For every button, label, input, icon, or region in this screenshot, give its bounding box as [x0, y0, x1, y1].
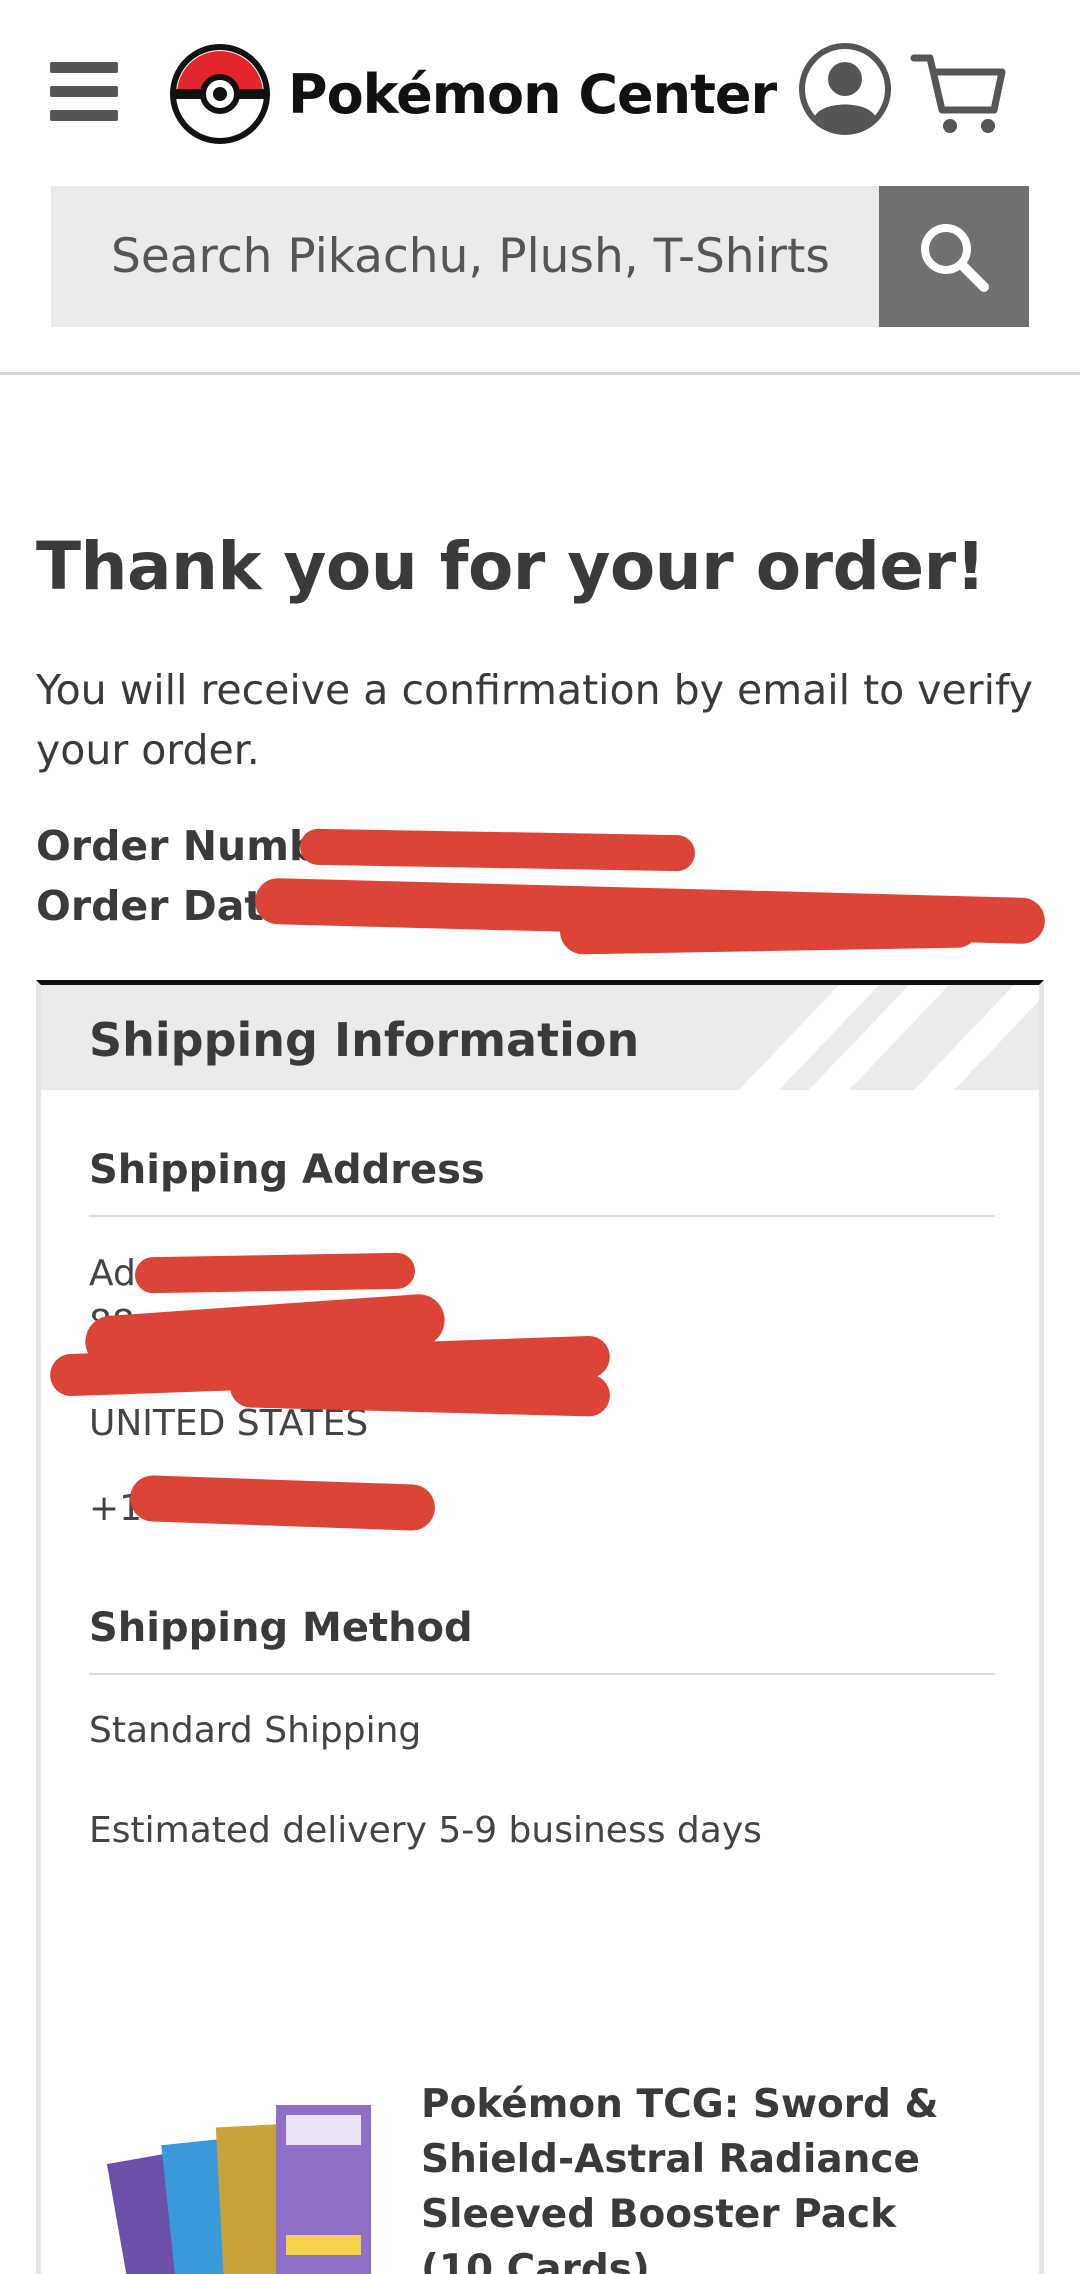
- decorative-stripes: [739, 985, 1039, 1090]
- redaction-mark: [559, 901, 981, 955]
- search-bar: [51, 186, 1029, 327]
- search-icon: [921, 223, 989, 292]
- page-title: Thank you for your order!: [36, 528, 986, 605]
- pokeball-logo-icon: [170, 44, 270, 144]
- address-line-1: Ad: [89, 1253, 136, 1294]
- redaction-mark: [134, 1252, 416, 1294]
- redaction-mark: [299, 828, 696, 872]
- confirmation-message: You will receive a confirmation by email…: [36, 666, 1033, 774]
- card-header: Shipping Information: [41, 985, 1039, 1090]
- shipping-method-heading: Shipping Method: [89, 1605, 995, 1675]
- brand-name: Pokémon Center: [288, 62, 777, 126]
- search-button[interactable]: [879, 186, 1029, 327]
- site-header: Pokémon Center: [0, 0, 1080, 375]
- shipping-method-value: Standard Shipping: [89, 1710, 422, 1751]
- hamburger-menu-icon[interactable]: [50, 62, 118, 122]
- shipping-address-heading: Shipping Address: [89, 1147, 995, 1217]
- search-input[interactable]: [51, 186, 879, 327]
- delivery-estimate: Estimated delivery 5-9 business days: [89, 1810, 762, 1851]
- account-icon[interactable]: [798, 42, 892, 136]
- shipping-information-title: Shipping Information: [89, 1013, 640, 1067]
- cart-icon[interactable]: [910, 50, 1006, 136]
- brand-logo[interactable]: Pokémon Center: [170, 44, 777, 144]
- product-name[interactable]: Pokémon TCG: Sword & Shield-Astral Radia…: [421, 2077, 981, 2274]
- shipping-information-card: Shipping Information Shipping Address Ad…: [36, 980, 1044, 2274]
- product-image[interactable]: [101, 2085, 401, 2274]
